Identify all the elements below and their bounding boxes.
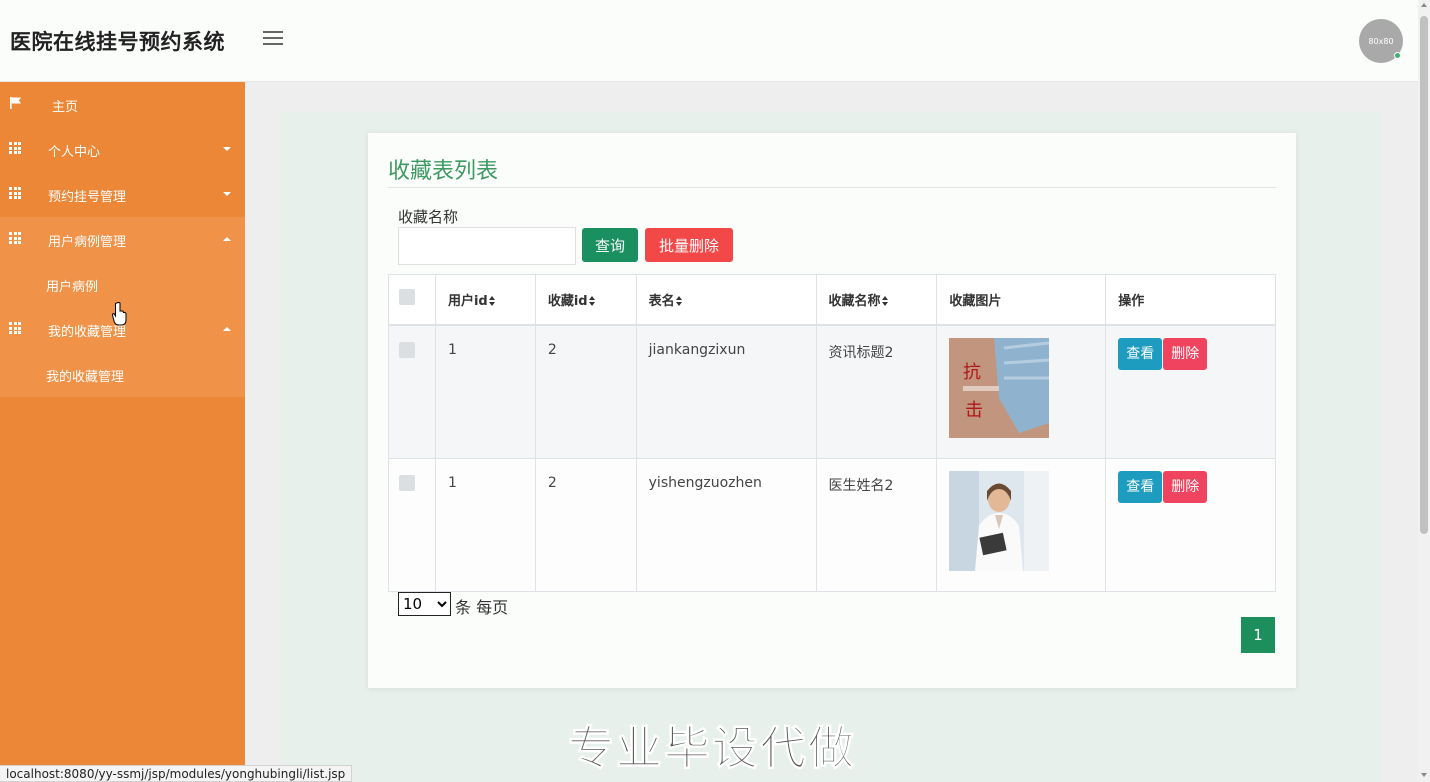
fav-image-cell (936, 457, 1107, 592)
fav-name-search-input[interactable] (398, 227, 576, 265)
caret-down-icon (223, 147, 231, 151)
divider (388, 187, 1276, 188)
delete-button[interactable]: 删除 (1163, 337, 1208, 370)
sidebar-subitem-my-favorites[interactable]: 我的收藏管理 (0, 352, 245, 397)
table-name-cell: yishengzuozhen (635, 457, 817, 592)
fav-image-cell: 抗 击 (936, 324, 1107, 459)
actions-cell: 查看 删除 (1105, 324, 1276, 459)
sidebar-subitem-label: 我的收藏管理 (46, 370, 125, 385)
app-title: 医院在线挂号预约系统 (10, 30, 225, 54)
sort-icon (588, 296, 596, 307)
favorites-table: 用户id 收藏id 表名 收藏名称 收藏图片 操作 1 2 jiankangzi… (388, 274, 1276, 592)
row-checkbox[interactable] (399, 474, 415, 491)
fav-id-cell: 2 (534, 324, 637, 459)
scrollbar-thumb[interactable] (1420, 16, 1428, 534)
grid-icon (9, 142, 23, 154)
favorites-list-card: 收藏表列表 收藏名称 查询 批量删除 用户id 收藏id 表名 收藏名称 收藏图… (368, 133, 1296, 688)
caret-up-icon (223, 237, 231, 241)
row-checkbox[interactable] (399, 341, 415, 358)
query-button[interactable]: 查询 (582, 228, 638, 262)
sort-icon (881, 296, 889, 307)
page-button-current[interactable]: 1 (1241, 617, 1275, 653)
caret-down-icon (223, 192, 231, 196)
table-row: 1 2 jiankangzixun 资讯标题2 抗 击 查看 删除 (388, 324, 1276, 459)
table-name-cell: jiankangzixun (635, 324, 817, 459)
svg-text:抗: 抗 (963, 362, 981, 383)
column-header[interactable]: 收藏名称 (815, 274, 938, 326)
column-header[interactable]: 收藏id (534, 274, 637, 326)
top-header: 医院在线挂号预约系统 80x80 (0, 0, 1418, 82)
sidebar-subitem-label: 用户病例 (46, 280, 99, 295)
sidebar-item-label: 用户病例管理 (48, 235, 127, 250)
svg-text:击: 击 (965, 400, 983, 421)
sidebar-item-personal-center[interactable]: 个人中心 (0, 127, 245, 172)
sidebar-item-appointment-management[interactable]: 预约挂号管理 (0, 172, 245, 217)
per-page-label: 条 每页 (455, 598, 509, 617)
row-select-cell (388, 324, 436, 459)
select-all-cell (388, 274, 436, 326)
scroll-down-icon[interactable] (1421, 773, 1427, 777)
scroll-up-icon[interactable] (1421, 3, 1427, 7)
user-id-cell: 1 (434, 457, 536, 592)
view-button[interactable]: 查看 (1118, 470, 1163, 503)
search-label: 收藏名称 (398, 208, 459, 226)
delete-button[interactable]: 删除 (1163, 470, 1208, 503)
hamburger-menu-icon[interactable] (263, 31, 285, 49)
sort-icon (675, 296, 683, 307)
sidebar-item-label: 预约挂号管理 (48, 190, 127, 205)
caret-up-icon (223, 327, 231, 331)
page-scrollbar[interactable] (1418, 0, 1430, 782)
watermark-text: 专业毕设代做 (568, 721, 856, 776)
status-bar-url: localhost:8080/yy-ssmj/jsp/modules/yongh… (0, 765, 353, 782)
grid-icon (9, 322, 23, 334)
fav-name-cell: 医生姓名2 (815, 457, 938, 592)
table-header-row: 用户id 收藏id 表名 收藏名称 收藏图片 操作 (388, 274, 1276, 326)
grid-icon (9, 187, 23, 199)
sidebar: 主页 个人中心 预约挂号管理 用户病例管理 用户病例 我的收藏管理 我的收藏管理 (0, 82, 245, 782)
actions-cell: 查看 删除 (1105, 457, 1276, 592)
flag-icon (10, 97, 21, 109)
select-all-checkbox[interactable] (399, 289, 415, 306)
sidebar-item-case-management[interactable]: 用户病例管理 (0, 217, 245, 262)
column-header: 操作 (1105, 274, 1276, 326)
sidebar-item-label: 个人中心 (48, 145, 101, 160)
batch-delete-button[interactable]: 批量删除 (645, 228, 733, 262)
doctor-image[interactable] (949, 470, 1050, 571)
sidebar-item-label: 主页 (52, 100, 79, 115)
column-header[interactable]: 用户id (434, 274, 536, 326)
sidebar-item-home[interactable]: 主页 (0, 82, 245, 127)
fav-name-cell: 资讯标题2 (815, 324, 938, 459)
sidebar-subitem-user-cases[interactable]: 用户病例 (0, 262, 245, 307)
view-button[interactable]: 查看 (1118, 337, 1163, 370)
page-size-select[interactable]: 10 (398, 592, 451, 616)
grid-icon (9, 232, 23, 244)
table-row: 1 2 yishengzuozhen 医生姓名2 查看 删除 (388, 457, 1276, 592)
sort-icon (488, 296, 496, 307)
online-status-dot (1394, 52, 1401, 59)
column-header[interactable]: 表名 (635, 274, 817, 326)
hand-pointer-icon (112, 302, 127, 326)
user-id-cell: 1 (434, 324, 536, 459)
column-header: 收藏图片 (936, 274, 1107, 326)
fav-id-cell: 2 (534, 457, 637, 592)
page-title: 收藏表列表 (388, 159, 499, 184)
mask-news-image[interactable]: 抗 击 (949, 337, 1050, 438)
row-select-cell (388, 457, 436, 592)
